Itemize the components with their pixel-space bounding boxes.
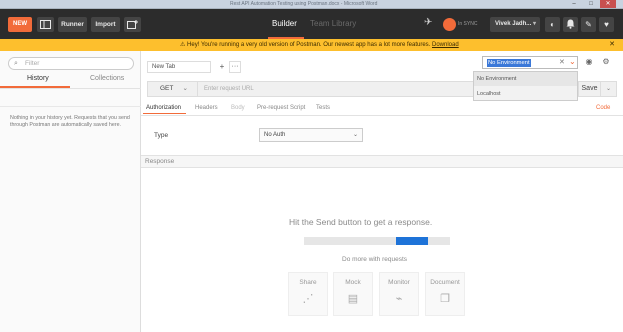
search-icon: ⌕ xyxy=(14,60,18,67)
new-window-button[interactable] xyxy=(124,17,141,32)
chevron-down-icon: ⌄ xyxy=(352,132,358,138)
window-close-button[interactable]: ✕ xyxy=(600,0,616,8)
mock-card-label: Mock xyxy=(345,279,361,286)
sync-status-icon[interactable] xyxy=(443,18,456,31)
sidebar-toggle-button[interactable] xyxy=(37,17,54,32)
response-header: Response xyxy=(141,155,623,168)
do-more-text: Do more with requests xyxy=(342,256,408,263)
response-progress-bar xyxy=(304,237,450,245)
sync-status-text: In SYNC xyxy=(458,21,478,27)
warning-icon: ⚠ xyxy=(180,42,188,48)
search-placeholder: Filter xyxy=(25,60,40,67)
settings-wrench-icon[interactable]: ✎ xyxy=(581,17,596,32)
download-link[interactable]: Download xyxy=(432,42,459,48)
new-window-icon xyxy=(127,20,138,29)
tab-headers[interactable]: Headers xyxy=(195,105,218,111)
tab-authorization[interactable]: Authorization xyxy=(146,105,181,111)
document-icon: ❐ xyxy=(440,293,450,305)
window-title: Rest API Automation Testing using Postma… xyxy=(230,1,378,7)
banner-message: Hey! You're running a very old version o… xyxy=(187,42,431,48)
tab-pre-request-script[interactable]: Pre-request Script xyxy=(257,105,305,111)
response-progress-fill xyxy=(396,237,428,245)
user-name: Vivek Jadh... xyxy=(495,21,532,27)
url-input[interactable]: Enter request URL xyxy=(204,82,254,96)
tab-body[interactable]: Body xyxy=(231,105,245,111)
history-search-input[interactable]: ⌕ Filter xyxy=(8,57,134,70)
chevron-down-icon[interactable]: ⌄ xyxy=(569,57,576,66)
auth-type-value: No Auth xyxy=(264,132,286,138)
sidebar: ⌕ Filter History Collections Nothing in … xyxy=(0,51,141,332)
clear-icon[interactable]: ✕ xyxy=(559,58,565,66)
environment-option-localhost[interactable]: Localhost xyxy=(474,87,577,101)
save-button[interactable]: Save xyxy=(578,82,600,96)
heart-icon[interactable]: ♥ xyxy=(599,17,614,32)
maximize-button[interactable]: □ xyxy=(583,0,599,8)
tab-authorization-underline xyxy=(143,113,186,114)
code-link[interactable]: Code xyxy=(596,105,610,111)
send-hint-text: Hit the Send button to get a response. xyxy=(289,217,433,227)
tab-tests[interactable]: Tests xyxy=(316,105,330,111)
app-header: NEW Runner Import Builder Team Library ✈… xyxy=(0,9,623,39)
window-title-bar: Rest API Automation Testing using Postma… xyxy=(0,0,623,9)
environment-select[interactable]: No Environment ✕ ⌄ xyxy=(482,56,578,69)
user-menu-button[interactable]: Vivek Jadh... ▾ xyxy=(490,17,540,32)
share-card-label: Share xyxy=(299,279,317,286)
monitor-card[interactable]: Monitor ⌁ xyxy=(379,272,419,316)
capture-icon[interactable]: ◐ xyxy=(545,17,560,32)
document-card[interactable]: Document ❐ xyxy=(425,272,465,316)
sidebar-toggle-icon xyxy=(40,20,51,29)
save-options-chevron-icon[interactable]: ⌄ xyxy=(600,82,616,96)
request-tab[interactable]: New Tab xyxy=(147,61,211,73)
mock-icon: ▤ xyxy=(347,293,359,305)
auth-type-select[interactable]: No Auth ⌄ xyxy=(259,128,363,142)
method-select[interactable]: GET ⌄ xyxy=(148,82,198,96)
chevron-down-icon: ▾ xyxy=(532,21,536,27)
import-button[interactable]: Import xyxy=(91,17,120,32)
tab-more-button[interactable]: ··· xyxy=(229,61,241,73)
environment-dropdown-menu: No Environment Localhost xyxy=(473,71,578,101)
add-tab-button[interactable]: + xyxy=(217,61,227,73)
runner-button[interactable]: Runner xyxy=(58,17,87,32)
sidebar-divider-2 xyxy=(0,106,141,107)
minimize-button[interactable]: – xyxy=(566,0,582,8)
document-card-label: Document xyxy=(430,279,460,286)
chevron-down-icon: ⌄ xyxy=(182,85,188,92)
sidebar-divider xyxy=(0,88,141,89)
interceptor-icon[interactable]: ✈ xyxy=(424,17,432,28)
monitor-icon: ⌁ xyxy=(395,293,403,305)
banner-close-icon[interactable]: ✕ xyxy=(609,39,615,51)
tab-team-library[interactable]: Team Library xyxy=(310,19,356,28)
tab-collections[interactable]: Collections xyxy=(90,75,124,82)
auth-type-label: Type xyxy=(154,132,169,139)
share-card[interactable]: Share ⋰ xyxy=(288,272,328,316)
tabs-divider xyxy=(141,115,623,116)
tab-history[interactable]: History xyxy=(27,75,49,82)
history-empty-text: Nothing in your history yet. Requests th… xyxy=(10,115,130,128)
mock-card[interactable]: Mock ▤ xyxy=(333,272,373,316)
method-value: GET xyxy=(160,85,174,92)
monitor-card-label: Monitor xyxy=(388,279,410,286)
environment-option-no-environment[interactable]: No Environment xyxy=(474,72,577,86)
update-banner: ⚠ Hey! You're running a very old version… xyxy=(0,39,623,51)
share-icon: ⋰ xyxy=(302,293,314,305)
notifications-bell-icon[interactable] xyxy=(563,17,578,32)
environment-quick-look-eye-icon[interactable]: ◉ xyxy=(582,55,596,69)
manage-environments-gear-icon[interactable]: ⚙ xyxy=(599,55,613,69)
environment-selected-value: No Environment xyxy=(487,59,531,67)
tab-builder[interactable]: Builder xyxy=(272,19,297,28)
new-button[interactable]: NEW xyxy=(8,17,32,32)
